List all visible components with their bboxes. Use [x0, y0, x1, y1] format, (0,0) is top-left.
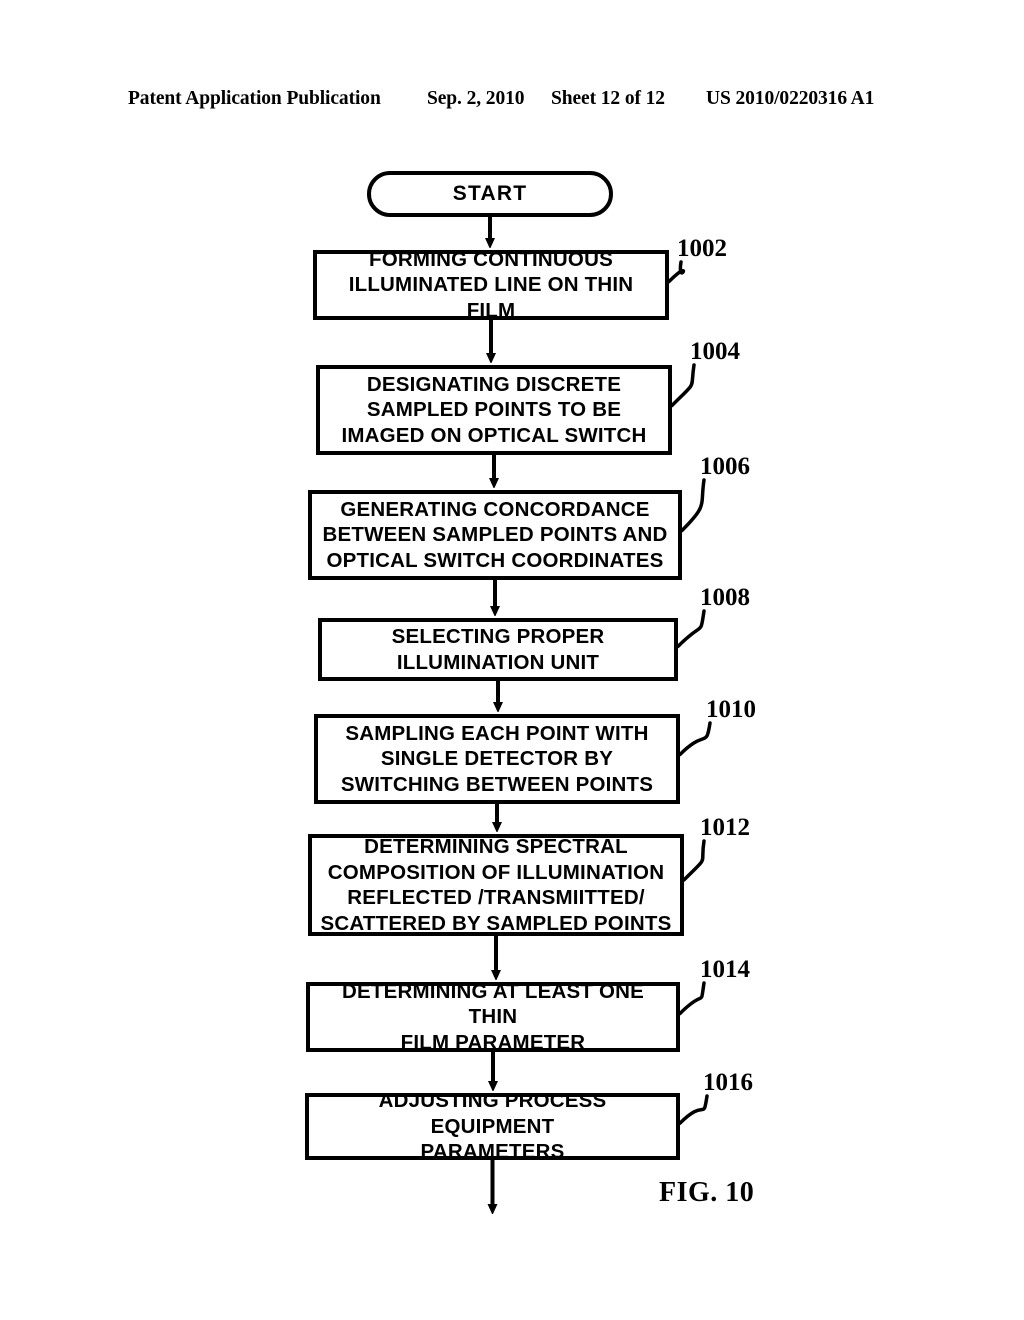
- flow-node-start: START: [367, 171, 613, 217]
- flow-node-1002-label: FORMING CONTINUOUS ILLUMINATED LINE ON T…: [348, 247, 634, 322]
- flow-node-1010-label: SAMPLING EACH POINT WITH SINGLE DETECTOR…: [340, 721, 654, 796]
- flow-node-1016: ADJUSTING PROCESS EQUIPMENT PARAMETERS: [305, 1089, 680, 1163]
- reference-number-1002: 1002: [677, 235, 727, 262]
- reference-number-1004: 1004: [690, 338, 740, 365]
- flow-node-1012: DETERMINING SPECTRAL COMPOSITION OF ILLU…: [308, 834, 684, 936]
- flow-node-1008: SELECTING PROPER ILLUMINATION UNIT: [318, 618, 678, 681]
- figure-caption: FIG. 10: [659, 1177, 755, 1208]
- flow-node-1004-label: DESIGNATING DISCRETE SAMPLED POINTS TO B…: [341, 372, 647, 447]
- reference-number-1014: 1014: [700, 956, 750, 983]
- flow-node-1004: DESIGNATING DISCRETE SAMPLED POINTS TO B…: [316, 365, 672, 455]
- reference-number-1006: 1006: [700, 453, 750, 480]
- flow-node-1014-label: DETERMINING AT LEAST ONE THIN FILM PARAM…: [341, 979, 645, 1054]
- reference-number-1010: 1010: [706, 696, 756, 723]
- flow-node-1010: SAMPLING EACH POINT WITH SINGLE DETECTOR…: [314, 714, 680, 804]
- flow-node-1016-label: ADJUSTING PROCESS EQUIPMENT PARAMETERS: [378, 1089, 607, 1164]
- flow-node-start-label: START: [452, 182, 528, 206]
- flow-node-1014: DETERMINING AT LEAST ONE THIN FILM PARAM…: [306, 980, 680, 1054]
- flow-node-1006-label: GENERATING CONCORDANCE BETWEEN SAMPLED P…: [322, 497, 668, 572]
- reference-number-1008: 1008: [700, 584, 750, 611]
- flow-node-1012-label: DETERMINING SPECTRAL COMPOSITION OF ILLU…: [320, 835, 672, 935]
- reference-number-1016: 1016: [703, 1069, 753, 1096]
- flow-node-1008-label: SELECTING PROPER ILLUMINATION UNIT: [391, 625, 605, 674]
- reference-number-1012: 1012: [700, 814, 750, 841]
- flow-node-1002: FORMING CONTINUOUS ILLUMINATED LINE ON T…: [313, 248, 669, 322]
- flow-node-1006: GENERATING CONCORDANCE BETWEEN SAMPLED P…: [308, 490, 682, 580]
